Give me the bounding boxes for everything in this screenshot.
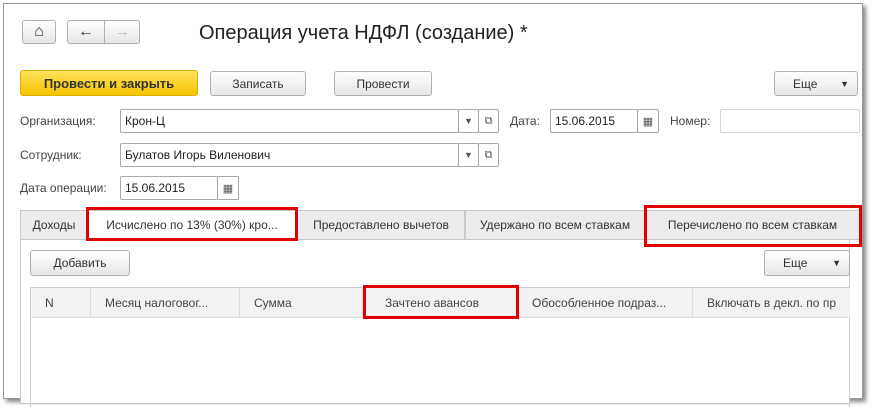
arrow-left-icon: ← (78, 23, 94, 40)
dropdown-arrow-icon: ▼ (832, 258, 841, 268)
more-button[interactable]: Еще ▼ (774, 71, 858, 96)
highlight-box (644, 205, 862, 247)
column-header-include[interactable]: Включать в декл. по пр (693, 287, 850, 318)
post-button[interactable]: Провести (334, 71, 432, 96)
table-more-button[interactable]: Еще ▼ (764, 250, 850, 276)
calendar-icon[interactable]: ▦ (637, 109, 659, 133)
column-header-sum[interactable]: Сумма (240, 287, 363, 318)
employee-label: Сотрудник: (20, 148, 82, 162)
org-dropdown-icon[interactable]: ▼ (458, 109, 479, 133)
highlight-box (86, 207, 298, 241)
employee-input[interactable]: Булатов Игорь Виленович (120, 143, 459, 167)
save-button[interactable]: Записать (210, 71, 306, 96)
dropdown-arrow-icon: ▼ (840, 78, 849, 89)
arrow-right-icon: → (114, 23, 130, 40)
tab-income[interactable]: Доходы (20, 210, 88, 240)
date-input[interactable]: 15.06.2015 (550, 109, 638, 133)
highlight-box (363, 285, 519, 319)
tab-withheld[interactable]: Удержано по всем ставкам (465, 210, 645, 240)
column-header-division[interactable]: Обособленное подраз... (518, 287, 693, 318)
org-label: Организация: (20, 114, 96, 128)
post-and-close-button[interactable]: Провести и закрыть (20, 70, 198, 96)
calendar-icon[interactable]: ▦ (217, 176, 239, 200)
back-button[interactable]: ← (67, 20, 105, 44)
add-button[interactable]: Добавить (30, 250, 130, 276)
op-date-label: Дата операции: (20, 181, 107, 195)
date-label: Дата: (510, 114, 540, 128)
home-icon: ⌂ (34, 23, 44, 40)
employee-dropdown-icon[interactable]: ▼ (458, 143, 479, 167)
op-date-input[interactable]: 15.06.2015 (120, 176, 218, 200)
tab-deductions[interactable]: Предоставлено вычетов (297, 210, 465, 240)
more-label: Еще (783, 256, 808, 270)
org-input[interactable]: Крон-Ц (120, 109, 459, 133)
more-label: Еще (793, 76, 818, 91)
column-header-month[interactable]: Месяц налоговог... (91, 287, 240, 318)
number-input[interactable] (720, 109, 860, 133)
page-title: Операция учета НДФЛ (создание) * (199, 22, 528, 44)
employee-open-icon[interactable]: ⧉ (478, 143, 499, 167)
column-header-n[interactable]: N (31, 287, 91, 318)
number-label: Номер: (670, 114, 711, 128)
org-open-icon[interactable]: ⧉ (478, 109, 499, 133)
home-button[interactable]: ⌂ (22, 20, 56, 44)
forward-button[interactable]: → (104, 20, 140, 44)
